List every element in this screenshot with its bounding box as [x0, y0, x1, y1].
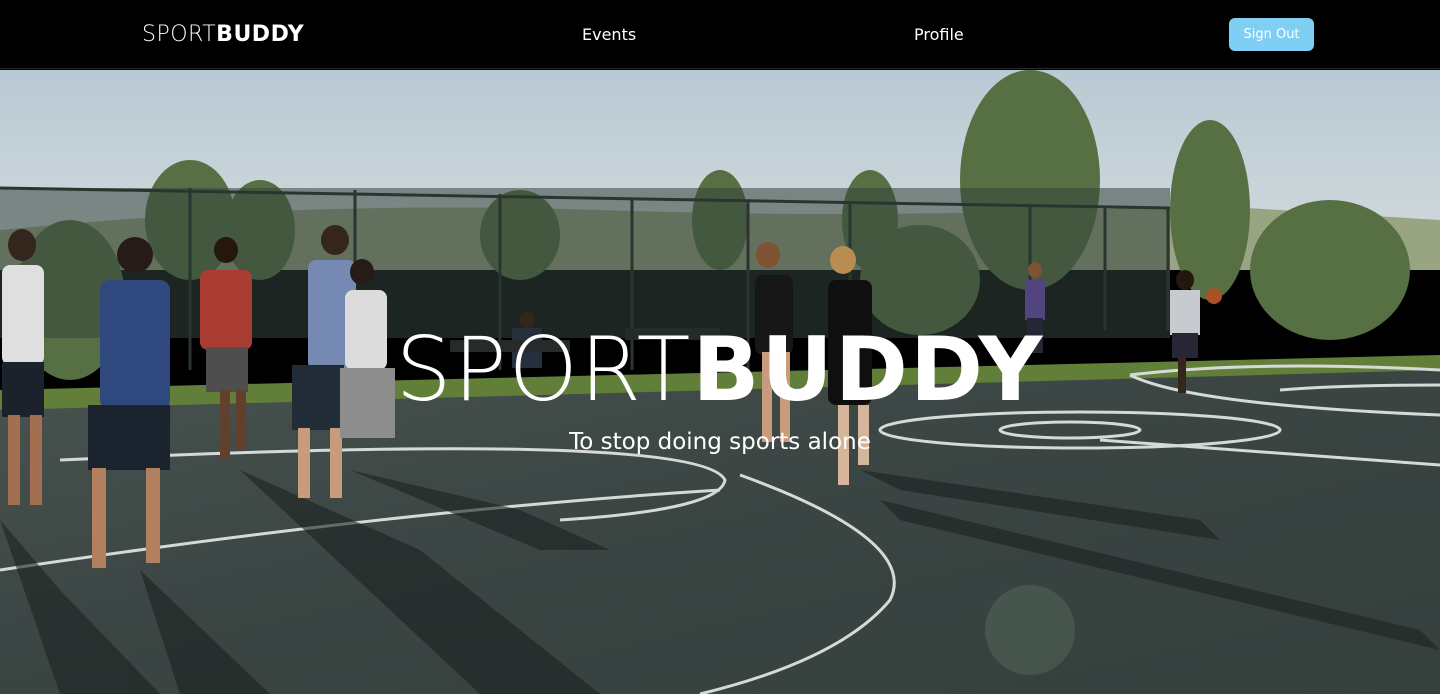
top-navbar: SPORTBUDDY Events Profile Sign Out — [0, 0, 1440, 69]
hero-title-bold: BUDDY — [692, 318, 1045, 421]
hero-section: SPORTBUDDY To stop doing sports alone — [0, 70, 1440, 694]
hero-subtitle: To stop doing sports alone — [569, 429, 871, 455]
hero-title: SPORTBUDDY — [0, 325, 1440, 415]
nav-link-profile[interactable]: Profile — [914, 24, 964, 46]
logo-bold-text: BUDDY — [216, 22, 305, 47]
logo[interactable]: SPORTBUDDY — [142, 20, 304, 50]
sign-out-button[interactable]: Sign Out — [1229, 18, 1314, 51]
logo-light-text: SPORT — [142, 22, 217, 47]
hero-title-light: SPORT — [395, 318, 693, 421]
nav-link-events[interactable]: Events — [582, 24, 636, 46]
